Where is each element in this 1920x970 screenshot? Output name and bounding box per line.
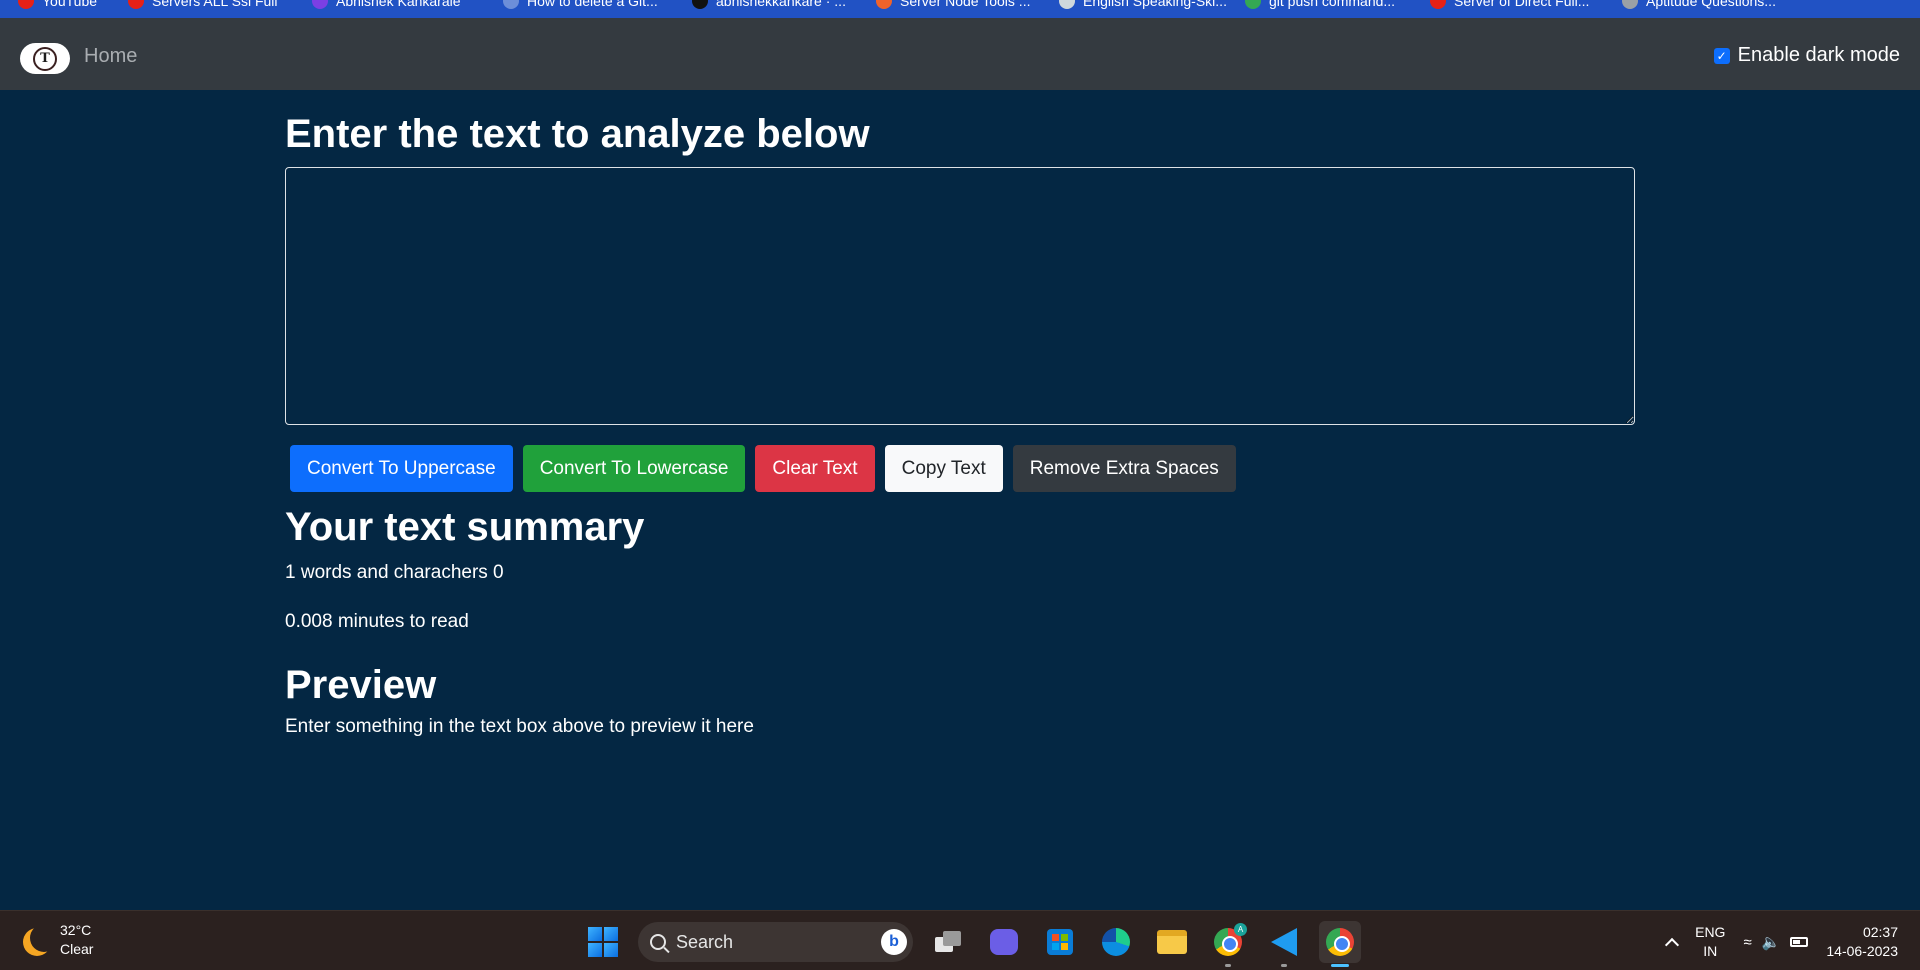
store-button[interactable] <box>1039 921 1081 963</box>
quick-settings[interactable]: ≈ 🔈 <box>1743 933 1809 951</box>
chat-icon <box>990 929 1018 955</box>
profile-badge: A <box>1234 923 1247 936</box>
taskbar-apps: Search b A <box>582 921 1361 967</box>
bookmark-icon <box>503 0 519 9</box>
dark-mode-switch[interactable]: ✓ Enable dark mode <box>1713 44 1900 67</box>
windows-icon <box>588 927 618 957</box>
action-buttons: Convert To Uppercase Convert To Lowercas… <box>285 445 1635 492</box>
remove-spaces-button[interactable]: Remove Extra Spaces <box>1012 445 1236 492</box>
word-count: 1 words and charachers 0 <box>285 562 504 583</box>
lang-code: ENG <box>1695 924 1726 940</box>
bookmark-label: How to delete a Git... <box>527 0 658 9</box>
language-indicator[interactable]: ENG IN <box>1695 923 1725 961</box>
file-explorer-button[interactable] <box>1151 921 1193 963</box>
start-button[interactable] <box>582 921 624 963</box>
chrome-icon <box>1326 928 1354 956</box>
store-icon <box>1047 929 1073 955</box>
bookmark-label: abhishekkankare · ... <box>716 0 846 9</box>
bookmark-item[interactable]: Server Node Tools ... <box>876 0 1030 11</box>
clock-date: 14-06-2023 <box>1826 943 1898 959</box>
preview-heading: Preview <box>285 663 437 707</box>
bookmark-icon <box>1059 0 1075 9</box>
bookmark-icon <box>1622 0 1638 9</box>
logo-icon: T <box>33 46 57 71</box>
youtube-icon <box>18 0 34 9</box>
bookmark-item[interactable]: Server of Direct Full... <box>1430 0 1589 11</box>
bookmark-label: YouTube <box>42 0 98 9</box>
wifi-icon: ≈ <box>1743 933 1752 951</box>
folder-icon <box>1157 930 1187 954</box>
logo-letter: T <box>40 51 50 66</box>
bookmark-label: English Speaking-Ski... <box>1083 0 1227 9</box>
bookmark-item[interactable]: How to delete a Git... <box>503 0 658 11</box>
weather-widget[interactable]: 32°C Clear <box>22 921 93 959</box>
clear-text-button[interactable]: Clear Text <box>755 445 875 492</box>
bookmark-item[interactable]: Aptitude Questions... <box>1622 0 1776 11</box>
lang-region: IN <box>1703 943 1718 959</box>
bookmark-icon <box>128 0 144 9</box>
chrome-button[interactable] <box>1319 921 1361 967</box>
main-content: Enter the text to analyze below Convert … <box>285 90 1635 738</box>
bing-icon[interactable]: b <box>881 929 907 955</box>
bookmark-label: Server Node Tools ... <box>900 0 1031 9</box>
weather-desc: Clear <box>60 941 94 957</box>
system-tray: ENG IN ≈ 🔈 02:37 14-06-2023 <box>1665 923 1898 961</box>
bookmark-item[interactable]: Abhishek Kankarale <box>312 0 461 11</box>
bookmark-item[interactable]: abhishekkankare · ... <box>692 0 846 11</box>
active-indicator <box>1331 964 1349 967</box>
bookmark-label: git push command... <box>1269 0 1396 9</box>
bookmark-icon <box>312 0 328 9</box>
taskbar: 32°C Clear Search b A ENG IN ≈ 🔈 02:37 1… <box>0 910 1920 970</box>
running-indicator <box>1225 964 1231 967</box>
bookmark-label: Servers ALL Ssl Full <box>152 0 278 9</box>
teams-chat-button[interactable] <box>983 921 1025 963</box>
bookmark-item[interactable]: English Speaking-Ski... <box>1059 0 1227 11</box>
weather-temp: 32°C <box>60 922 92 938</box>
page-title: Enter the text to analyze below <box>285 112 870 156</box>
search-icon <box>650 934 666 950</box>
search-label: Search <box>676 931 734 952</box>
running-indicator <box>1281 964 1287 967</box>
clock[interactable]: 02:37 14-06-2023 <box>1826 923 1898 961</box>
bookmark-label: Abhishek Kankarale <box>336 0 461 9</box>
copy-text-button[interactable]: Copy Text <box>884 445 1003 492</box>
vscode-button[interactable] <box>1263 921 1305 967</box>
moon-icon <box>30 924 58 952</box>
preview-text: Enter something in the text box above to… <box>285 716 754 737</box>
text-input[interactable] <box>285 167 1635 425</box>
navbar: T Home ✓ Enable dark mode <box>0 18 1920 90</box>
bookmark-item[interactable]: YouTube <box>18 0 97 11</box>
uppercase-button[interactable]: Convert To Uppercase <box>290 445 513 492</box>
summary-heading: Your text summary <box>285 505 645 549</box>
task-view-icon <box>935 931 961 953</box>
clock-time: 02:37 <box>1862 924 1898 940</box>
bookmark-item[interactable]: git push command... <box>1245 0 1395 11</box>
github-icon <box>692 0 708 9</box>
bookmark-label: Server of Direct Full... <box>1454 0 1590 9</box>
taskbar-search[interactable]: Search b <box>638 922 913 962</box>
dark-mode-checkbox[interactable]: ✓ <box>1713 47 1730 64</box>
site-logo[interactable]: T <box>20 43 70 74</box>
bookmark-item[interactable]: Servers ALL Ssl Full <box>128 0 278 11</box>
edge-button[interactable] <box>1095 921 1137 963</box>
bookmark-label: Aptitude Questions... <box>1646 0 1776 9</box>
chrome-profile-button[interactable]: A <box>1207 921 1249 967</box>
weather-text: 32°C Clear <box>60 921 93 959</box>
chevron-up-icon[interactable] <box>1665 937 1680 953</box>
nav-home-link[interactable]: Home <box>84 45 137 68</box>
task-view-button[interactable] <box>927 921 969 963</box>
read-time: 0.008 minutes to read <box>285 611 469 632</box>
volume-icon: 🔈 <box>1761 934 1781 951</box>
bookmark-icon <box>1430 0 1446 9</box>
dark-mode-label: Enable dark mode <box>1737 44 1900 66</box>
bookmarks-bar: YouTube Servers ALL Ssl Full Abhishek Ka… <box>0 0 1920 18</box>
bookmark-icon <box>1245 0 1261 9</box>
battery-icon <box>1790 937 1809 947</box>
edge-icon <box>1102 928 1130 956</box>
bookmark-icon <box>876 0 892 9</box>
vscode-icon <box>1271 928 1297 956</box>
lowercase-button[interactable]: Convert To Lowercase <box>522 445 746 492</box>
